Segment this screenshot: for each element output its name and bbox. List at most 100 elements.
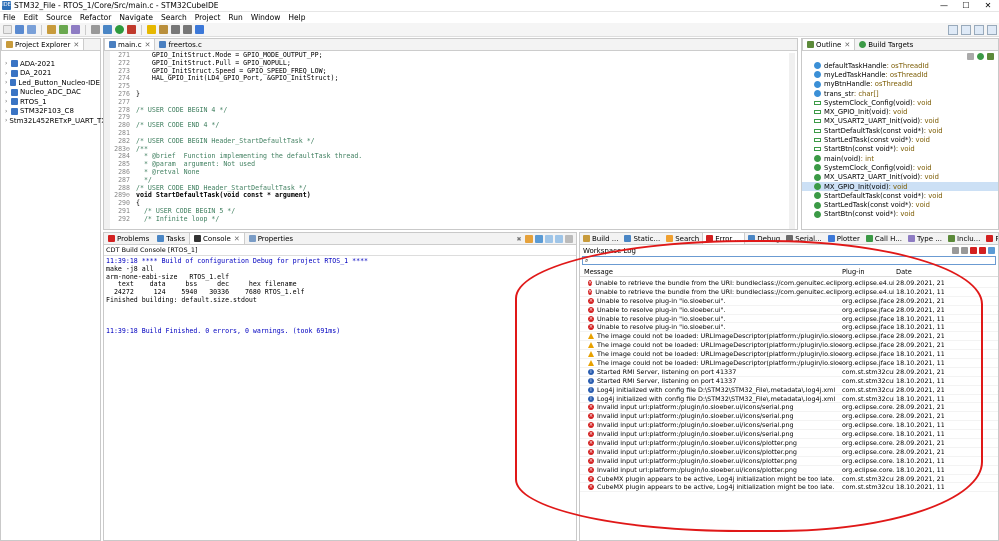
tab-static[interactable]: Static...: [621, 233, 663, 244]
editor-scrollbar[interactable]: [789, 53, 795, 229]
tab-error[interactable]: Error ...: [702, 233, 746, 244]
close-icon[interactable]: ✕: [844, 41, 850, 49]
menu-file[interactable]: File: [3, 13, 16, 22]
settings-icon[interactable]: [71, 25, 80, 34]
tab-search[interactable]: Search: [663, 233, 702, 244]
menu-run[interactable]: Run: [228, 13, 242, 22]
menu-refactor[interactable]: Refactor: [80, 13, 111, 22]
log-row[interactable]: i Log4j initialized with config file D:\S…: [580, 386, 998, 395]
debug-perspective-icon[interactable]: [974, 25, 984, 35]
menu-navigate[interactable]: Navigate: [119, 13, 153, 22]
log-row[interactable]: × Unable to resolve plug-in "io.sloeber.u…: [580, 323, 998, 333]
tab-problems[interactable]: Problems: [104, 233, 153, 244]
project-item[interactable]: › Nucleo_ADC_DAC: [1, 88, 100, 98]
log-filter-input[interactable]: ⌕: [582, 256, 996, 265]
tab-properties[interactable]: Properties: [245, 233, 297, 244]
search-icon[interactable]: [91, 25, 100, 34]
open-type-icon[interactable]: [147, 25, 156, 34]
run-icon[interactable]: [115, 25, 124, 34]
outline-item[interactable]: StartLedTask(const void*) : void: [802, 135, 998, 144]
open-console-icon[interactable]: [555, 234, 563, 243]
minimize-view-icon[interactable]: [565, 234, 573, 243]
pin-icon[interactable]: [195, 25, 204, 34]
close-icon[interactable]: ✕: [145, 41, 151, 49]
column-message[interactable]: Message: [580, 268, 842, 276]
pencil-icon[interactable]: [159, 25, 168, 34]
log-row[interactable]: The image could not be loaded: URLImageD…: [580, 350, 998, 360]
log-row[interactable]: i Started RMI Server, listening on port 4…: [580, 377, 998, 386]
external-tools-icon[interactable]: [127, 25, 136, 34]
tab-probl[interactable]: Probl...: [983, 233, 998, 244]
log-row[interactable]: The image could not be loaded: URLImageD…: [580, 341, 998, 351]
project-item[interactable]: › ADA-2021: [1, 59, 100, 69]
minimize-button[interactable]: —: [933, 0, 955, 12]
outline-item[interactable]: StartBtn(const void*) : void: [802, 210, 998, 219]
log-row[interactable]: × Invalid input url:platform:/plugin/io.s…: [580, 457, 998, 466]
build-icon[interactable]: [47, 25, 56, 34]
tab-plotter[interactable]: Plotter: [825, 233, 863, 244]
log-row[interactable]: × Invalid input url:platform:/plugin/io.s…: [580, 439, 998, 448]
pin-console-icon[interactable]: [535, 234, 543, 243]
outline-item[interactable]: MX_GPIO_Init(void) : void: [802, 107, 998, 116]
navigate-back-icon[interactable]: [171, 25, 180, 34]
restore-log-icon[interactable]: [988, 247, 995, 254]
log-row[interactable]: × Unable to resolve plug-in "io.sloeber.u…: [580, 315, 998, 324]
tab-inclu[interactable]: Inclu...: [945, 233, 983, 244]
outline-item[interactable]: MX_USART2_UART_Init(void) : void: [802, 117, 998, 126]
save-icon[interactable]: [15, 25, 24, 34]
tab-tasks[interactable]: Tasks: [153, 233, 189, 244]
outline-item[interactable]: MX_GPIO_Init(void) : void: [802, 181, 998, 192]
outline-item[interactable]: trans_str : char[]: [802, 89, 998, 98]
log-row[interactable]: × Invalid input url:platform:/plugin/io.s…: [580, 448, 998, 457]
log-row[interactable]: The image could not be loaded: URLImageD…: [580, 359, 998, 368]
tab-project-explorer[interactable]: Project Explorer ✕: [1, 39, 85, 50]
hide-static-icon[interactable]: [987, 52, 994, 60]
delete-log-icon[interactable]: [970, 247, 977, 254]
project-item[interactable]: › Led_Button_Nucleo-IDE: [1, 78, 100, 88]
outline-item[interactable]: defaultTaskHandle : osThreadId: [802, 61, 998, 70]
outline-item[interactable]: MX_USART2_UART_Init(void) : void: [802, 173, 998, 182]
log-row[interactable]: i Log4j initialized with config file D:\S…: [580, 395, 998, 404]
tab-outline[interactable]: Outline ✕: [802, 39, 856, 50]
export-log-icon[interactable]: [952, 247, 959, 254]
tab-type[interactable]: Type ...: [905, 233, 945, 244]
menu-source[interactable]: Source: [46, 13, 72, 22]
tab-main-c[interactable]: main.c ✕: [104, 39, 156, 50]
cpp-perspective-icon[interactable]: [961, 25, 971, 35]
outline-item[interactable]: myBtnHandle : osThreadId: [802, 80, 998, 89]
search-perspective-icon[interactable]: [948, 25, 958, 35]
hide-fields-icon[interactable]: [977, 52, 984, 60]
clear-console-icon[interactable]: ✖: [515, 235, 523, 243]
tab-freertos-c[interactable]: freertos.c: [155, 39, 205, 50]
log-row[interactable]: × Unable to resolve plug-in "io.sloeber.u…: [580, 306, 998, 315]
new-icon[interactable]: [3, 25, 12, 34]
outline-item[interactable]: SystemClock_Config(void) : void: [802, 163, 998, 172]
menu-search[interactable]: Search: [161, 13, 187, 22]
log-row[interactable]: × Invalid input url:platform:/plugin/io.s…: [580, 403, 998, 413]
log-row[interactable]: The image could not be loaded: URLImageD…: [580, 332, 998, 342]
tab-build[interactable]: Build ...: [580, 233, 621, 244]
column-date[interactable]: Date: [894, 268, 944, 276]
navigate-forward-icon[interactable]: [183, 25, 192, 34]
import-log-icon[interactable]: [961, 247, 968, 254]
log-row[interactable]: × Unable to retrieve the bundle from the …: [580, 288, 998, 297]
log-row[interactable]: i Started RMI Server, listening on port 4…: [580, 368, 998, 377]
log-row[interactable]: × Invalid input url:platform:/plugin/io.s…: [580, 466, 998, 475]
menu-help[interactable]: Help: [288, 13, 305, 22]
outline-item[interactable]: StartBtn(const void*) : void: [802, 145, 998, 154]
save-all-icon[interactable]: [27, 25, 36, 34]
log-row[interactable]: × Invalid input url:platform:/plugin/io.s…: [580, 421, 998, 431]
outline-item[interactable]: main(void) : int: [802, 154, 998, 163]
outline-item[interactable]: SystemClock_Config(void) : void: [802, 98, 998, 107]
debug-icon[interactable]: [103, 25, 112, 34]
log-row[interactable]: × CubeMX plugin appears to be active, Log…: [580, 483, 998, 493]
log-row[interactable]: × Invalid input url:platform:/plugin/io.s…: [580, 412, 998, 422]
project-item[interactable]: › STM32F103_C8: [1, 107, 100, 117]
display-console-icon[interactable]: [545, 234, 553, 243]
project-item[interactable]: › Stm32L452RETxP_UART_TX: [1, 116, 106, 126]
outline-item[interactable]: myLedTaskHandle : osThreadId: [802, 70, 998, 79]
code-editor[interactable]: 271 GPIO_InitStruct.Mode = GPIO_MODE_OUT…: [104, 51, 797, 229]
log-row[interactable]: × Unable to resolve plug-in "io.sloeber.u…: [580, 297, 998, 306]
build-config-icon[interactable]: [59, 25, 68, 34]
close-icon[interactable]: ✕: [73, 41, 79, 49]
